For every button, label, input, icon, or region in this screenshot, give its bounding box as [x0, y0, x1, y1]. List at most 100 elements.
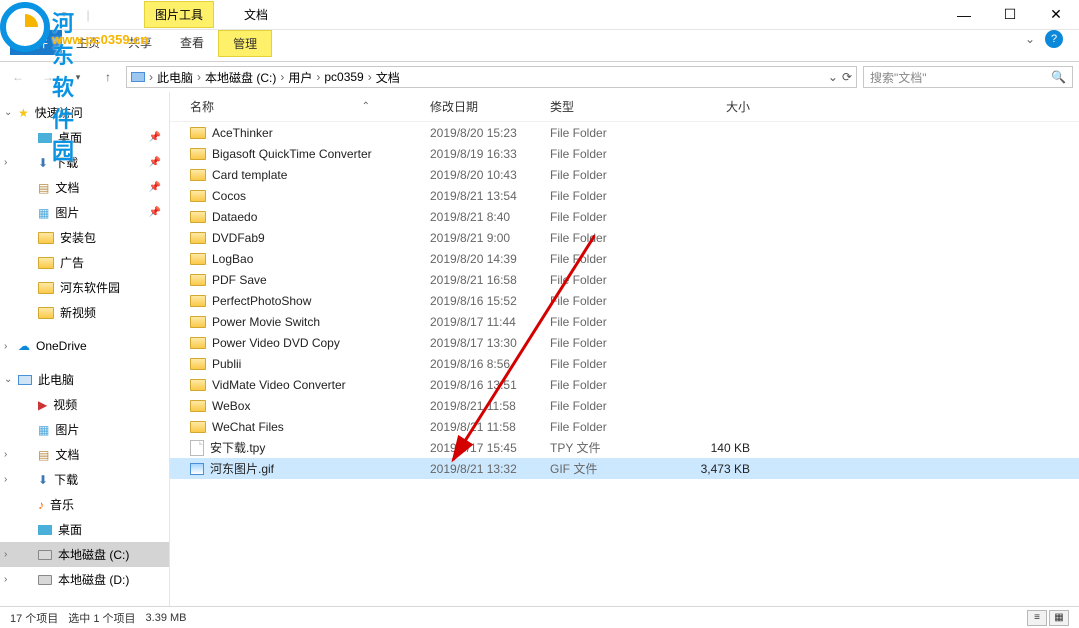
- navigation-pane: ⌄★快速访问 桌面📌 ›⬇下载📌 ▤文档📌 ▦图片📌 安装包 广告 河东软件园 …: [0, 92, 170, 606]
- folder-icon: [190, 148, 206, 160]
- folder-icon: [190, 400, 206, 412]
- addr-dropdown-icon[interactable]: ⌄: [828, 70, 838, 84]
- column-headers: 名称⌃ 修改日期 类型 大小: [170, 92, 1079, 122]
- chevron-right-icon[interactable]: ›: [197, 70, 201, 84]
- nav-label: 图片: [55, 421, 79, 438]
- col-date[interactable]: 修改日期: [430, 98, 550, 115]
- file-list[interactable]: AceThinker2019/8/20 15:23File FolderBiga…: [170, 122, 1079, 479]
- nav-drive-d[interactable]: ›本地磁盘 (D:): [0, 567, 169, 592]
- nav-documents[interactable]: ▤文档📌: [0, 175, 169, 200]
- col-size[interactable]: 大小: [670, 98, 770, 115]
- cloud-icon: ☁: [18, 339, 30, 353]
- ribbon-dropdown-icon[interactable]: ⌄: [1025, 32, 1035, 46]
- folder-icon: [190, 295, 206, 307]
- chevron-right-icon[interactable]: ›: [316, 70, 320, 84]
- nav-ads[interactable]: 广告: [0, 250, 169, 275]
- ribbon-tab-manage[interactable]: 管理: [218, 30, 272, 57]
- file-row[interactable]: PDF Save2019/8/21 16:58File Folder: [170, 269, 1079, 290]
- nav-pc-documents[interactable]: ›▤文档: [0, 442, 169, 467]
- folder-icon: [190, 169, 206, 181]
- nav-pc-video[interactable]: ▶视频: [0, 392, 169, 417]
- breadcrumb-documents[interactable]: 文档: [376, 69, 400, 86]
- address-bar[interactable]: › 此电脑 › 本地磁盘 (C:) › 用户 › pc0359 › 文档 ⌄ ⟳: [126, 66, 857, 88]
- nav-pc-desktop[interactable]: 桌面: [0, 517, 169, 542]
- file-date: 2019/8/17 15:45: [430, 441, 550, 455]
- nav-drive-c[interactable]: ›本地磁盘 (C:): [0, 542, 169, 567]
- file-type: File Folder: [550, 315, 670, 329]
- ribbon-tab-view[interactable]: 查看: [166, 30, 218, 55]
- nav-recent-dropdown[interactable]: ▾: [66, 65, 90, 89]
- file-row[interactable]: 安下载.tpy2019/8/17 15:45TPY 文件140 KB: [170, 437, 1079, 458]
- nav-pc-music[interactable]: ♪音乐: [0, 492, 169, 517]
- file-date: 2019/8/21 13:54: [430, 189, 550, 203]
- file-row[interactable]: AceThinker2019/8/20 15:23File Folder: [170, 122, 1079, 143]
- file-name: WeBox: [212, 399, 250, 413]
- nav-newvideo[interactable]: 新视频: [0, 300, 169, 325]
- window-close-button[interactable]: ✕: [1033, 0, 1079, 30]
- folder-icon: [190, 232, 206, 244]
- window-maximize-button[interactable]: ☐: [987, 0, 1033, 30]
- file-row[interactable]: PerfectPhotoShow2019/8/16 15:52File Fold…: [170, 290, 1079, 311]
- props-icon[interactable]: ▤: [30, 5, 50, 25]
- file-date: 2019/8/16 13:51: [430, 378, 550, 392]
- breadcrumb-drive-c[interactable]: 本地磁盘 (C:): [205, 69, 276, 86]
- search-icon[interactable]: 🔍: [1051, 70, 1066, 84]
- file-row[interactable]: VidMate Video Converter2019/8/16 13:51Fi…: [170, 374, 1079, 395]
- file-type: File Folder: [550, 126, 670, 140]
- nav-up-button[interactable]: ↑: [96, 65, 120, 89]
- nav-pc-downloads[interactable]: ›⬇下载: [0, 467, 169, 492]
- view-icons-button[interactable]: ▦: [1049, 610, 1069, 626]
- file-row[interactable]: Power Movie Switch2019/8/17 11:44File Fo…: [170, 311, 1079, 332]
- file-row[interactable]: Card template2019/8/20 10:43File Folder: [170, 164, 1079, 185]
- nav-quick-access[interactable]: ⌄★快速访问: [0, 100, 169, 125]
- nav-this-pc[interactable]: ⌄此电脑: [0, 367, 169, 392]
- file-row[interactable]: DVDFab92019/8/21 9:00File Folder: [170, 227, 1079, 248]
- file-row[interactable]: Bigasoft QuickTime Converter2019/8/19 16…: [170, 143, 1079, 164]
- nav-desktop[interactable]: 桌面📌: [0, 125, 169, 150]
- nav-label: OneDrive: [36, 339, 87, 353]
- file-name: DVDFab9: [212, 231, 265, 245]
- ribbon-tab-file[interactable]: 文件: [10, 30, 62, 55]
- pin-icon: 📌: [149, 207, 161, 218]
- nav-network[interactable]: ›⊞网络: [0, 602, 169, 606]
- chevron-right-icon[interactable]: ›: [149, 70, 153, 84]
- ribbon-tab-share[interactable]: 共享: [114, 30, 166, 55]
- file-row[interactable]: 河东图片.gif2019/8/21 13:32GIF 文件3,473 KB: [170, 458, 1079, 479]
- breadcrumb-this-pc[interactable]: 此电脑: [157, 69, 193, 86]
- addr-refresh-icon[interactable]: ⟳: [842, 70, 852, 84]
- window-minimize-button[interactable]: —: [941, 0, 987, 30]
- file-row[interactable]: Cocos2019/8/21 13:54File Folder: [170, 185, 1079, 206]
- search-input[interactable]: 搜索"文档" 🔍: [863, 66, 1073, 88]
- qat-dropdown-icon[interactable]: ▾: [54, 5, 74, 25]
- help-icon[interactable]: ?: [1045, 30, 1063, 48]
- nav-label: 下载: [54, 154, 78, 171]
- nav-install[interactable]: 安装包: [0, 225, 169, 250]
- view-details-button[interactable]: ≡: [1027, 610, 1047, 626]
- nav-onedrive[interactable]: ›☁OneDrive: [0, 335, 169, 357]
- chevron-right-icon[interactable]: ›: [368, 70, 372, 84]
- nav-pictures[interactable]: ▦图片📌: [0, 200, 169, 225]
- file-type: File Folder: [550, 252, 670, 266]
- nav-label: 广告: [60, 254, 84, 271]
- file-row[interactable]: LogBao2019/8/20 14:39File Folder: [170, 248, 1079, 269]
- file-row[interactable]: Publii2019/8/16 8:56File Folder: [170, 353, 1079, 374]
- nav-hdsoft[interactable]: 河东软件园: [0, 275, 169, 300]
- context-tab-picture-tools[interactable]: 图片工具: [144, 1, 214, 28]
- nav-pc-pictures[interactable]: ▦图片: [0, 417, 169, 442]
- file-name: 河东图片.gif: [210, 460, 274, 477]
- file-name: Publii: [212, 357, 241, 371]
- file-row[interactable]: WeChat Files2019/8/21 11:58File Folder: [170, 416, 1079, 437]
- breadcrumb-user[interactable]: pc0359: [324, 70, 363, 84]
- file-row[interactable]: Dataedo2019/8/21 8:40File Folder: [170, 206, 1079, 227]
- col-type[interactable]: 类型: [550, 98, 670, 115]
- breadcrumb-users[interactable]: 用户: [288, 69, 312, 86]
- col-name[interactable]: 名称⌃: [170, 98, 430, 115]
- nav-back-button[interactable]: ←: [6, 65, 30, 89]
- ribbon-tab-home[interactable]: 主页: [62, 30, 114, 55]
- nav-forward-button[interactable]: →: [36, 65, 60, 89]
- file-type: File Folder: [550, 273, 670, 287]
- file-row[interactable]: Power Video DVD Copy2019/8/17 13:30File …: [170, 332, 1079, 353]
- nav-downloads[interactable]: ›⬇下载📌: [0, 150, 169, 175]
- chevron-right-icon[interactable]: ›: [280, 70, 284, 84]
- file-row[interactable]: WeBox2019/8/21 11:58File Folder: [170, 395, 1079, 416]
